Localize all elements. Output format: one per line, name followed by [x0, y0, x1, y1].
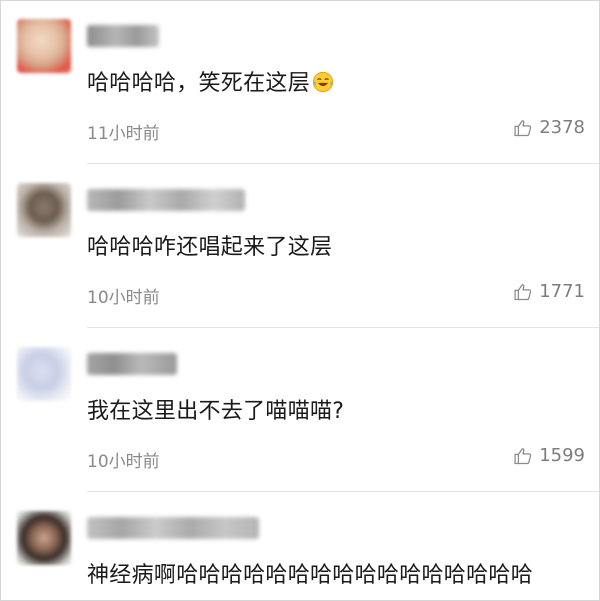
thumbs-up-icon — [514, 283, 532, 300]
comment-time: 11小时前 — [87, 124, 160, 144]
avatar[interactable] — [17, 19, 71, 73]
divider — [87, 491, 599, 492]
avatar[interactable] — [17, 183, 71, 237]
laughing-tears-emoji-icon — [312, 71, 334, 93]
like-button[interactable]: 2378 — [513, 117, 585, 138]
comment-time: 10小时前 — [87, 288, 160, 308]
comment-list: 哈哈哈哈，笑死在这层 11小时前 2378 哈哈哈咋还唱起来了这层 10小时前 — [0, 0, 600, 601]
username-blurred[interactable] — [87, 353, 177, 375]
divider — [87, 327, 599, 328]
comment-text: 神经病啊哈哈哈哈哈哈哈哈哈哈哈哈哈哈哈哈 — [87, 563, 534, 588]
thumbs-up-icon — [514, 447, 532, 464]
thumbs-up-icon — [514, 119, 532, 136]
comment-time: 10小时前 — [87, 452, 160, 472]
avatar[interactable] — [17, 511, 71, 565]
username-blurred[interactable] — [87, 25, 159, 47]
divider — [87, 163, 599, 164]
like-button[interactable]: 1771 — [513, 281, 585, 302]
comment-text-content: 哈哈哈哈，笑死在这层 — [87, 71, 311, 96]
like-count: 2378 — [539, 117, 585, 138]
avatar[interactable] — [17, 347, 71, 401]
like-button[interactable]: 1599 — [513, 445, 585, 466]
username-blurred[interactable] — [87, 517, 259, 539]
username-blurred[interactable] — [87, 189, 245, 211]
like-count: 1599 — [539, 445, 585, 466]
like-count: 1771 — [539, 281, 585, 302]
comment-text: 哈哈哈咋还唱起来了这层 — [87, 235, 333, 260]
comment-text: 哈哈哈哈，笑死在这层 — [87, 65, 334, 97]
comment-text: 我在这里出不去了喵喵喵? — [87, 399, 345, 424]
